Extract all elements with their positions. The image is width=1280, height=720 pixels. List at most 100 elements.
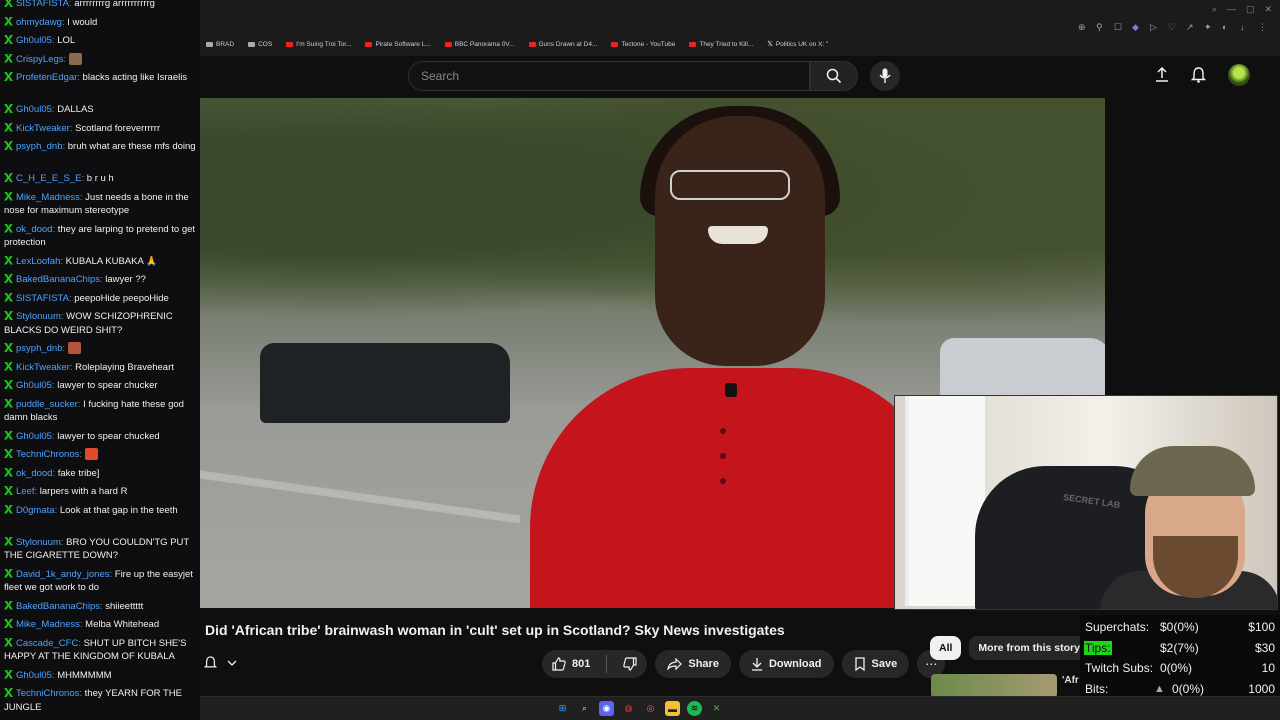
account-avatar[interactable] (1228, 64, 1250, 86)
chat-username[interactable]: ProfetenEdgar (16, 72, 77, 83)
chat-username[interactable]: Gh0ul05 (16, 35, 52, 46)
upload-icon[interactable] (1155, 67, 1169, 83)
minimize-icon[interactable]: — (1227, 4, 1236, 15)
search-input[interactable]: Search (408, 61, 810, 91)
extension-icon[interactable]: ✦ (1204, 22, 1214, 32)
spotify-icon[interactable]: ≋ (687, 701, 702, 716)
bookmark-item[interactable]: BRAD (206, 40, 234, 48)
play-icon[interactable]: ▷ (1150, 22, 1160, 32)
search-icon[interactable]: ⌕ (1212, 4, 1217, 15)
chat-username[interactable]: David_1k_andy_jones (16, 569, 109, 580)
download-label: Download (768, 658, 822, 670)
goal-value: $0(0%) (1160, 620, 1199, 634)
download-icon[interactable]: ↓ (1240, 22, 1250, 32)
arrow-icon[interactable]: ↗ (1186, 22, 1196, 32)
goal-target: $30 (1254, 640, 1275, 655)
chat-username[interactable]: Gh0ul05 (16, 431, 52, 442)
kick-badge-icon (4, 122, 13, 132)
chat-text: blacks acting like Israelis (82, 72, 188, 83)
extension-icons: ⊕ ⚲ ☐ ◆ ▷ ♡ ↗ ✦ ◐ ↓ ⋮ (1078, 22, 1268, 32)
chip-more-from-story[interactable]: More from this story (969, 636, 1089, 660)
subscription-bell[interactable] (204, 656, 237, 670)
chat-message: SISTAFISTA: peepoHide peepoHide (4, 292, 196, 306)
browser-icon[interactable]: ◎ (643, 701, 658, 716)
chat-username[interactable]: TechniChronos (16, 449, 79, 460)
chat-username[interactable]: Gh0ul05 (16, 380, 52, 391)
chat-username[interactable]: Stylonuum (16, 537, 61, 548)
menu-icon[interactable]: ⋮ (1258, 22, 1268, 32)
save-button[interactable]: Save (841, 650, 910, 678)
bookmark-item[interactable]: Tectone - YouTube (611, 40, 675, 48)
chat-username[interactable]: Gh0ul05 (16, 104, 52, 115)
kick-badge-icon (4, 274, 13, 283)
bookmark-item[interactable]: Guns Drawn at D4... (528, 40, 597, 48)
live-chat-panel: SISTAFISTA: arrrrrrrrg arrrrrrrrrrg ohmyd… (0, 0, 200, 720)
chat-username[interactable]: puddle_sucker (16, 399, 78, 410)
notifications-bell-icon[interactable] (1191, 67, 1206, 83)
bookmark-item[interactable]: 𝕏 Politics UK on X: " (767, 40, 828, 49)
chat-text: MHMMMMM (57, 669, 112, 681)
dislike-button[interactable] (613, 650, 647, 678)
share-icon (667, 658, 683, 670)
download-icon (751, 658, 762, 671)
shirt-button (720, 478, 726, 484)
chat-username[interactable]: LexLoofah (16, 256, 60, 267)
bookmark-item[interactable]: I'm Suing Troi Tor... (286, 40, 351, 48)
voice-search-button[interactable] (870, 61, 900, 91)
chat-username[interactable]: psyph_dnb (16, 141, 62, 152)
chip-all[interactable]: All (930, 636, 962, 660)
chat-username[interactable]: CrispyLegs (16, 54, 64, 65)
chat-username[interactable]: TechniChronos (16, 688, 79, 699)
bookmark-icon[interactable]: ☐ (1114, 22, 1124, 32)
discord-icon[interactable]: ◉ (599, 701, 614, 716)
related-video-title[interactable]: 'Afr (1062, 675, 1079, 686)
chat-username[interactable]: Gh0ul05 (16, 670, 52, 681)
chat-username[interactable]: Leef (16, 486, 35, 497)
heart-icon[interactable]: ♡ (1168, 22, 1178, 32)
windows-start-icon[interactable]: ⊞ (555, 701, 570, 716)
chat-username[interactable]: C_H_E_E_S_E (16, 173, 81, 184)
chat-message: KickTweaker: Roleplaying Braveheart (4, 361, 196, 375)
chat-username[interactable]: KickTweaker (16, 123, 70, 134)
pin-icon[interactable]: ⚲ (1096, 22, 1106, 32)
chat-username[interactable]: Mike_Madness (16, 192, 80, 203)
shield-icon[interactable]: ◆ (1132, 22, 1142, 32)
file-explorer-icon[interactable]: ▬ (665, 701, 680, 716)
bookmark-item[interactable]: They Tried to Kill... (689, 40, 753, 48)
chat-username[interactable]: ok_dood (16, 468, 52, 479)
bookmark-label: BBC Panorama 0V... (454, 40, 515, 48)
chat-username[interactable]: psyph_dnb (16, 343, 62, 354)
chat-username[interactable]: Mike_Madness (16, 619, 80, 630)
close-icon[interactable]: ✕ (1264, 4, 1272, 15)
xbox-icon[interactable]: ✕ (709, 701, 724, 716)
maximize-icon[interactable]: ▢ (1246, 4, 1255, 15)
bookmark-item[interactable]: COS (248, 40, 272, 48)
windows-taskbar: ⊞ ⌕ ◉ ◍ ◎ ▬ ≋ ✕ (200, 696, 1280, 720)
app-red-icon[interactable]: ◍ (621, 701, 636, 716)
chat-username[interactable]: D0gmata (16, 505, 55, 516)
chat-username[interactable]: SISTAFISTA (16, 0, 69, 9)
chat-message: SISTAFISTA: arrrrrrrrg arrrrrrrrrrg (4, 0, 196, 11)
kick-badge-icon (4, 104, 13, 113)
chat-username[interactable]: BakedBananaChips (16, 274, 100, 285)
zoom-icon[interactable]: ⊕ (1078, 22, 1088, 32)
download-button[interactable]: Download (738, 650, 834, 678)
taskbar-search-icon[interactable]: ⌕ (577, 701, 592, 716)
bookmark-label: I'm Suing Troi Tor... (296, 40, 352, 48)
video-action-buttons: 801 Share Download Save ⋯ (542, 650, 946, 678)
chat-username[interactable]: KickTweaker (16, 362, 70, 373)
chat-username[interactable]: SISTAFISTA (16, 293, 69, 304)
bookmark-item[interactable]: BBC Panorama 0V... (444, 40, 515, 48)
sound-icon[interactable]: ◐ (1222, 22, 1232, 32)
chat-username[interactable]: Cascade_CFC (16, 638, 78, 649)
chat-username[interactable]: Stylonuum (16, 311, 61, 322)
chat-username[interactable]: ohmydawg (16, 17, 62, 28)
like-button[interactable]: 801 (542, 650, 600, 678)
related-video-thumbnail[interactable] (931, 674, 1057, 698)
search-button[interactable] (810, 61, 858, 91)
chat-username[interactable]: BakedBananaChips (16, 601, 100, 612)
chat-message: LexLoofah: KUBALA KUBAKA 🙏 (4, 255, 196, 269)
share-button[interactable]: Share (655, 650, 731, 678)
chat-username[interactable]: ok_dood (16, 224, 52, 235)
bookmark-item[interactable]: Pirate Software L... (365, 40, 431, 48)
